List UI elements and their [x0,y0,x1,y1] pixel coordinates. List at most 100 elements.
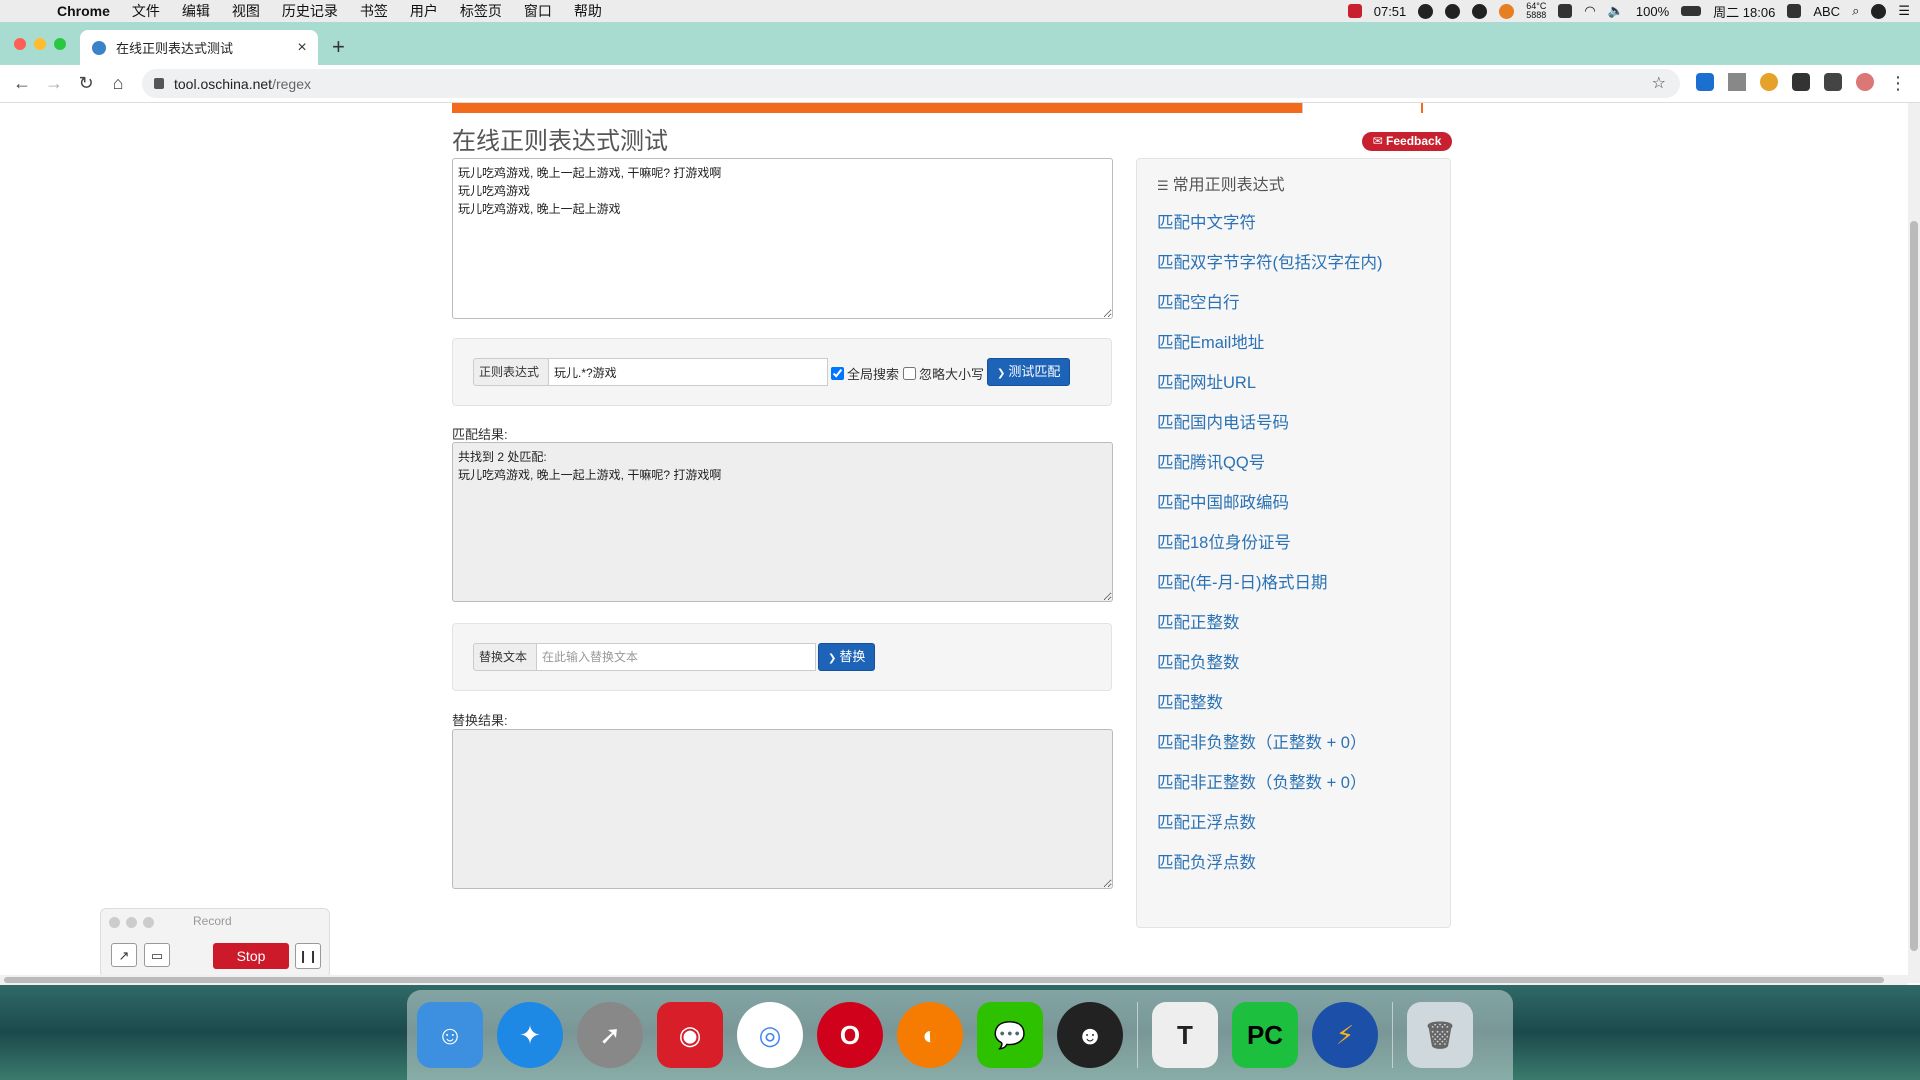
control-center-icon[interactable]: ☰ [1898,3,1910,19]
back-arrow-icon[interactable]: ← [10,71,34,95]
pause-icon[interactable]: ❙❙ [295,943,321,969]
typora-icon[interactable]: T [1152,1002,1218,1068]
minimize-window-button[interactable] [34,38,46,50]
qq-penguin-icon[interactable]: ☻ [1057,1002,1123,1068]
more-menu-icon[interactable]: ⋮ [1886,71,1910,95]
bookmark-star-icon[interactable]: ☆ [1652,73,1666,93]
battery-icon[interactable] [1681,6,1702,16]
replace-button[interactable]: ❯ 替换 [818,643,876,671]
global-search-checkbox[interactable]: 全局搜索 [831,364,899,383]
sidebar-link[interactable]: 匹配负整数 [1157,651,1383,691]
sidebar-link[interactable]: 匹配正浮点数 [1157,811,1383,851]
close-window-button[interactable] [14,38,26,50]
wifi-icon[interactable]: ◠ [1584,3,1595,19]
extension-s-icon[interactable] [1696,73,1714,91]
rectangle-tool-icon[interactable]: ▭ [144,943,170,967]
profile-avatar[interactable] [1856,73,1874,91]
source-text-area[interactable] [452,158,1113,319]
menu-bookmarks[interactable]: 书签 [360,1,388,21]
lock-icon[interactable] [154,78,164,89]
global-search-check[interactable] [831,367,844,380]
safari-icon[interactable]: ✦ [497,1002,563,1068]
sidebar-link[interactable]: 匹配非正整数（负整数 + 0） [1157,771,1383,811]
finder-icon[interactable]: ☺ [417,1002,483,1068]
sidebar-link[interactable]: 匹配网址URL [1157,371,1383,411]
bolt-icon[interactable] [1418,3,1434,19]
apple-icon[interactable] [18,2,36,20]
regex-input[interactable] [548,358,828,386]
extension-flag-icon[interactable] [1792,73,1810,91]
zoom-window-button[interactable] [54,38,66,50]
forward-arrow-icon[interactable]: → [42,71,66,95]
extension-v-icon[interactable] [1728,73,1746,91]
input-source-label[interactable]: ABC [1813,4,1840,19]
menu-window[interactable]: 窗口 [524,1,552,21]
new-tab-button[interactable]: + [332,34,345,60]
menu-edit[interactable]: 编辑 [182,1,210,21]
menu-view[interactable]: 视图 [232,1,260,21]
color-wheel-icon[interactable] [1499,3,1515,19]
recorder-close-button[interactable] [109,917,120,928]
ignore-case-checkbox[interactable]: 忽略大小写 [903,364,984,383]
horizontal-scrollbar[interactable] [0,975,1908,985]
siri-icon[interactable] [1871,3,1887,19]
sidebar-link[interactable]: 匹配空白行 [1157,291,1383,331]
sidebar-link[interactable]: 匹配(年-月-日)格式日期 [1157,571,1383,611]
spotlight-icon[interactable]: ⌕ [1852,3,1859,19]
sidebar-link[interactable]: 匹配国内电话号码 [1157,411,1383,451]
cloud-icon[interactable] [1445,3,1461,19]
menu-app-name[interactable]: Chrome [57,3,110,19]
replace-result-area[interactable] [452,729,1113,889]
memory-icon[interactable] [1558,4,1573,18]
tab-close-icon[interactable]: × [292,39,312,57]
reeder-icon[interactable]: ⚡ [1312,1002,1378,1068]
wechat-status-icon[interactable] [1472,3,1488,19]
clock[interactable]: 周二 18:06 [1713,2,1775,21]
sidebar-link[interactable]: 匹配非负整数（正整数 + 0） [1157,731,1383,771]
volume-icon[interactable]: 🔈 [1608,3,1624,19]
launchpad-icon[interactable]: ➚ [577,1002,643,1068]
menu-file[interactable]: 文件 [132,1,160,21]
firefox-icon[interactable]: ◐ [897,1002,963,1068]
sidebar-link[interactable]: 匹配腾讯QQ号 [1157,451,1383,491]
opera-icon[interactable]: O [817,1002,883,1068]
sidebar-link[interactable]: 匹配中文字符 [1157,211,1383,251]
menu-help[interactable]: 帮助 [574,1,602,21]
top-banner[interactable] [452,103,1423,113]
recorder-minimize-button[interactable] [126,917,137,928]
match-result-area[interactable] [452,442,1113,602]
sidebar-link[interactable]: 匹配整数 [1157,691,1383,731]
wechat-icon[interactable]: 💬 [977,1002,1043,1068]
sidebar-link[interactable]: 匹配负浮点数 [1157,851,1383,891]
pycharm-icon[interactable]: PC [1232,1002,1298,1068]
extension-shield-icon[interactable] [1760,73,1778,91]
trash-icon[interactable]: 🗑 [1407,1002,1473,1068]
tab-active[interactable]: 在线正则表达式测试 × [80,30,318,65]
vertical-scroll-thumb[interactable] [1910,221,1918,951]
sidebar-link[interactable]: 匹配Email地址 [1157,331,1383,371]
pen-tool-icon[interactable]: ↗ [111,943,137,967]
sidebar-link[interactable]: 匹配18位身份证号 [1157,531,1383,571]
vertical-scrollbar[interactable] [1908,103,1920,983]
sidebar-link[interactable]: 匹配正整数 [1157,611,1383,651]
replace-input[interactable] [536,643,816,671]
sidebar-link[interactable]: 匹配双字节字符(包括汉字在内) [1157,251,1383,291]
home-icon[interactable]: ⌂ [106,71,130,95]
record-status-icon[interactable] [1347,4,1362,18]
reload-icon[interactable]: ↻ [74,71,98,95]
feedback-button[interactable]: ✉ Feedback [1362,132,1452,151]
address-bar[interactable]: tool.oschina.net/regex ☆ [142,69,1680,98]
menu-history[interactable]: 历史记录 [282,1,338,21]
recorder-zoom-button[interactable] [143,917,154,928]
horizontal-scroll-thumb[interactable] [4,977,1884,983]
test-match-button[interactable]: ❯ 测试匹配 [987,358,1071,386]
input-source-icon[interactable] [1787,4,1802,18]
sidebar-link[interactable]: 匹配中国邮政编码 [1157,491,1383,531]
chrome-icon[interactable]: ◎ [737,1002,803,1068]
menu-people[interactable]: 用户 [410,1,438,21]
extensions-puzzle-icon[interactable] [1824,73,1842,91]
menu-tab[interactable]: 标签页 [460,1,502,21]
netease-music-icon[interactable]: ◉ [657,1002,723,1068]
stop-recording-button[interactable]: Stop [213,943,289,969]
url-text[interactable]: tool.oschina.net/regex [174,76,311,92]
